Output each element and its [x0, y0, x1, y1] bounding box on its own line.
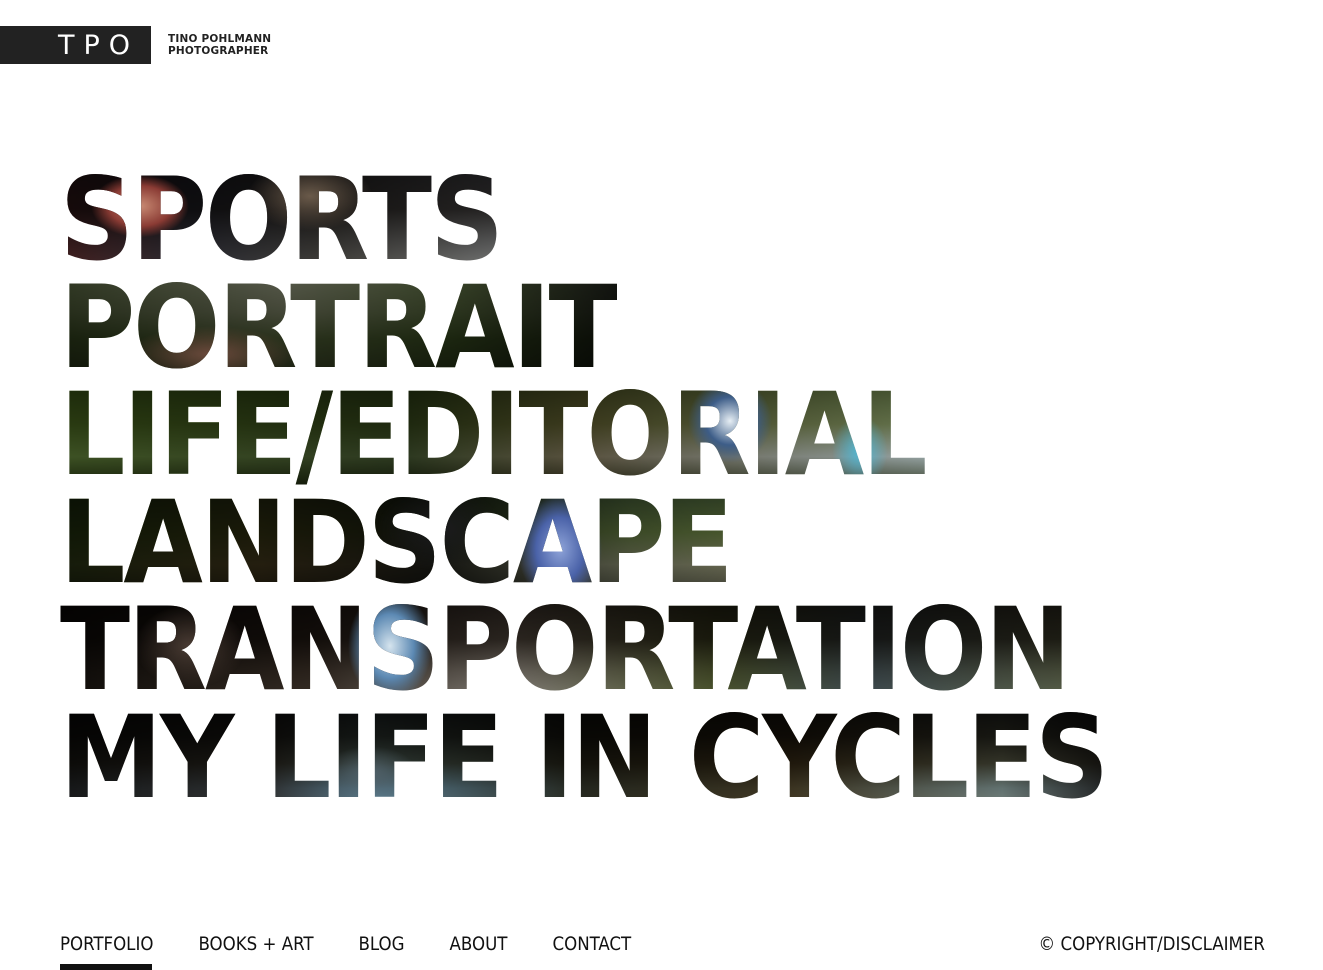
nav-item-books-art: BOOKS + ART: [198, 932, 358, 958]
category-item-transportation: TRANSPORTATION: [60, 596, 1107, 704]
photographer-name: TINO POHLMANN: [168, 33, 272, 45]
category-item-my-life-in-cycles: MY LIFE IN CYCLES: [60, 703, 1107, 812]
category-link-sports[interactable]: SPORTS: [60, 166, 502, 274]
logo-text: TPO: [57, 29, 139, 61]
category-link-my-life-in-cycles[interactable]: MY LIFE IN CYCLES: [60, 703, 1107, 812]
category-item-life-editorial: LIFE/EDITORIAL: [60, 381, 1107, 489]
logo-link[interactable]: TPO: [0, 26, 151, 64]
nav-link-portfolio[interactable]: PORTFOLIO: [60, 932, 153, 958]
category-link-life-editorial[interactable]: LIFE/EDITORIAL: [60, 381, 926, 489]
category-link-portrait[interactable]: PORTRAIT: [60, 273, 617, 382]
site-tagline: TINO POHLMANN PHOTOGRAPHER: [168, 33, 271, 57]
nav-item-blog: BLOG: [359, 932, 450, 958]
nav-link-blog[interactable]: BLOG: [359, 932, 405, 958]
category-item-sports: SPORTS: [60, 166, 1107, 274]
nav-link-books-art[interactable]: BOOKS + ART: [198, 932, 313, 958]
nav-link-contact[interactable]: CONTACT: [552, 932, 631, 958]
nav-link-about[interactable]: ABOUT: [450, 932, 508, 958]
main-navigation: PORTFOLIO BOOKS + ART BLOG ABOUT CONTACT: [60, 932, 631, 970]
photographer-role: PHOTOGRAPHER: [168, 45, 269, 57]
copyright-disclaimer-link[interactable]: © COPYRIGHT/DISCLAIMER: [1039, 932, 1265, 958]
category-item-landscape: LANDSCAPE: [60, 488, 1107, 597]
active-nav-indicator: [60, 964, 152, 970]
category-item-portrait: PORTRAIT: [60, 273, 1107, 382]
nav-item-contact: CONTACT: [552, 932, 631, 958]
portfolio-category-menu: SPORTS PORTRAIT LIFE/EDITORIAL LANDSCAPE…: [60, 166, 1107, 812]
category-link-transportation[interactable]: TRANSPORTATION: [60, 596, 1069, 704]
nav-item-portfolio: PORTFOLIO: [60, 932, 198, 970]
category-link-landscape[interactable]: LANDSCAPE: [60, 488, 732, 597]
page: TPO TINO POHLMANN PHOTOGRAPHER SPORTS PO…: [0, 0, 1323, 970]
nav-item-about: ABOUT: [450, 932, 553, 958]
